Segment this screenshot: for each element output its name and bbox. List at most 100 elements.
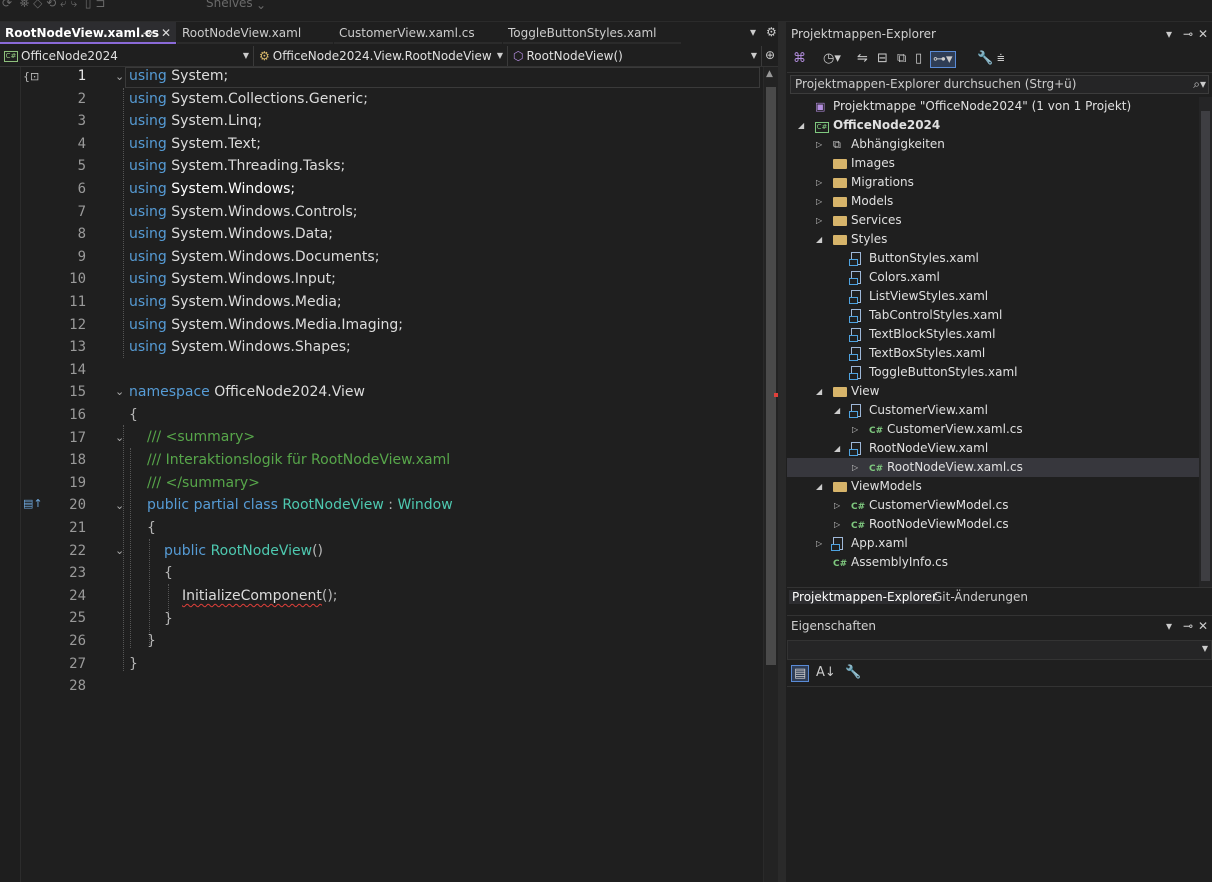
close-icon[interactable]: ✕ (161, 22, 171, 44)
scrollbar-thumb[interactable] (766, 87, 776, 665)
pane-splitter[interactable] (778, 22, 786, 882)
tab-customerview-xaml-cs[interactable]: CustomerView.xaml.cs (334, 22, 502, 44)
expanded-arrow-icon[interactable]: ◢ (834, 401, 840, 420)
collapsed-arrow-icon[interactable]: ▷ (816, 135, 822, 154)
tab-rootnodeview-xaml-cs[interactable]: RootNodeView.xaml.cs ⊸ ✕ (0, 22, 176, 44)
expanded-arrow-icon[interactable]: ◢ (816, 230, 822, 249)
tree-item[interactable]: ◢ CustomerView.xaml (787, 401, 1199, 420)
tree-item[interactable]: ▣ Projektmappe "OfficeNode2024" (1 von 1 … (787, 97, 1199, 116)
tree-item[interactable]: ▷ C# RootNodeView.xaml.cs (787, 458, 1199, 477)
pin-icon[interactable]: ⊸ (1183, 27, 1193, 41)
collapsed-arrow-icon[interactable]: ▷ (852, 458, 858, 477)
collapsed-arrow-icon[interactable]: ▷ (816, 173, 822, 192)
collapsed-arrow-icon[interactable]: ▷ (816, 211, 822, 230)
class-dropdown[interactable]: ⚙ OfficeNode2024.View.RootNodeView ▼ (256, 46, 508, 66)
tree-item[interactable]: ▷ C# CustomerView.xaml.cs (787, 420, 1199, 439)
refresh-icon[interactable]: ▯ (915, 51, 922, 66)
toolbar-icon[interactable]: ⟳ ⛯ ◇ ⟲ ⤶ ⤷ ▯ ⊐ (2, 0, 105, 11)
close-icon[interactable]: ✕ (1198, 619, 1208, 633)
chevron-down-icon[interactable]: ▾ (1166, 619, 1172, 633)
pin-icon[interactable]: ⊸ (1183, 619, 1193, 633)
tree-item[interactable]: ListViewStyles.xaml (787, 287, 1199, 306)
alphabetical-icon[interactable]: A↓ (816, 665, 836, 680)
categorized-icon[interactable]: ▤ (791, 665, 810, 682)
tab-git-changes[interactable]: Git-Änderungen (930, 590, 1031, 604)
pin-icon[interactable]: ⊸ (143, 22, 153, 44)
code-editor[interactable]: {⊡ ▤↑ 1 2 3 4 5 6 7 8 9 10 11 12 13 14 15 16 17 18 19 20 21 2… (0, 67, 763, 882)
preview-icon[interactable]: ⩧ (997, 51, 1005, 66)
member-dropdown[interactable]: ⬡ RootNodeView() ▼ (510, 46, 762, 66)
search-input[interactable]: Projektmappen-Explorer durchsuchen (Strg… (790, 75, 1209, 94)
chevron-down-icon[interactable]: ▾ (1166, 27, 1172, 41)
tree-item[interactable]: TextBlockStyles.xaml (787, 325, 1199, 344)
filter-icon[interactable]: ⊶▾ (930, 51, 956, 68)
editor-scrollbar[interactable]: ▲ (763, 67, 779, 882)
tree-item[interactable]: C# AssemblyInfo.cs (787, 553, 1199, 572)
history-icon[interactable]: ◷▾ (823, 51, 841, 66)
collapsed-arrow-icon[interactable]: ▷ (816, 192, 822, 211)
tree-item[interactable]: ▷ Services (787, 211, 1199, 230)
tree-item[interactable]: ◢ C# OfficeNode2024 (787, 116, 1199, 135)
tree-item[interactable]: ▷ C# RootNodeViewModel.cs (787, 515, 1199, 534)
tree-item-label: OfficeNode2024 (833, 118, 941, 132)
keyword: using (129, 113, 167, 130)
fold-toggle-icon[interactable]: ⌄ (115, 70, 124, 83)
tree-item[interactable]: Colors.xaml (787, 268, 1199, 287)
fold-toggle-icon[interactable]: ⌄ (115, 385, 124, 398)
tab-togglebuttonstyles-xaml[interactable]: ToggleButtonStyles.xaml (503, 22, 681, 44)
tab-solution-explorer[interactable]: Projektmappen-Explorer (789, 590, 940, 604)
fold-toggle-icon[interactable]: ⌄ (115, 431, 124, 444)
expanded-arrow-icon[interactable]: ◢ (816, 382, 822, 401)
tab-rootnodeview-xaml[interactable]: RootNodeView.xaml (177, 22, 333, 44)
collapsed-arrow-icon[interactable]: ▷ (834, 515, 840, 534)
fold-toggle-icon[interactable]: ⌄ (115, 544, 124, 557)
collapse-all-icon[interactable]: ⊟ (877, 51, 888, 66)
close-icon[interactable]: ✕ (1198, 27, 1208, 41)
expanded-arrow-icon[interactable]: ◢ (798, 116, 804, 135)
line-number: 26 (69, 633, 86, 649)
tree-item[interactable]: ◢ ViewModels (787, 477, 1199, 496)
tree-item[interactable]: ▷ App.xaml (787, 534, 1199, 553)
search-icon[interactable]: ⌕▾ (1193, 76, 1206, 93)
tree-item[interactable]: ButtonStyles.xaml (787, 249, 1199, 268)
code-line-15: namespace OfficeNode2024.View (129, 384, 365, 400)
tree-item[interactable]: ▷ C# CustomerViewModel.cs (787, 496, 1199, 515)
expanded-arrow-icon[interactable]: ◢ (816, 477, 822, 496)
implementation-icon[interactable]: ▤↑ (23, 497, 43, 510)
gear-icon[interactable]: ⚙ (766, 25, 777, 39)
tree-item[interactable]: ◢ Styles (787, 230, 1199, 249)
member-dropdown-value: RootNodeView() (526, 49, 623, 63)
collapsed-arrow-icon[interactable]: ▷ (852, 420, 858, 439)
method-call-error[interactable]: InitializeComponent (182, 588, 322, 604)
show-all-files-icon[interactable]: ⧉ (897, 51, 906, 66)
scrollbar-thumb[interactable] (1201, 111, 1210, 581)
tree-scrollbar[interactable] (1199, 97, 1212, 587)
fold-toggle-icon[interactable]: ⌄ (115, 499, 124, 512)
tree-item[interactable]: ◢ View (787, 382, 1199, 401)
shelves-label[interactable]: Shelves (206, 0, 253, 10)
tab-list-icon[interactable]: ▾ (750, 25, 756, 39)
scroll-up-icon[interactable]: ▲ (766, 69, 773, 79)
chevron-down-icon[interactable]: ⌄ (256, 0, 266, 12)
project-dropdown[interactable]: C# OfficeNode2024 ▼ (0, 46, 254, 66)
vs-switch-views-icon[interactable]: ⌘ (793, 51, 806, 66)
tree-item[interactable]: TabControlStyles.xaml (787, 306, 1199, 325)
collapsed-arrow-icon[interactable]: ▷ (834, 496, 840, 515)
wrench-icon[interactable]: 🔧 (977, 51, 993, 66)
code-line-using: using System.Text; (129, 136, 261, 152)
quick-action-icon[interactable]: {⊡ (23, 70, 39, 83)
sync-icon[interactable]: ⇋ (857, 51, 868, 66)
tree-item[interactable]: ◢ RootNodeView.xaml (787, 439, 1199, 458)
expanded-arrow-icon[interactable]: ◢ (834, 439, 840, 458)
tree-item[interactable]: TextBoxStyles.xaml (787, 344, 1199, 363)
tree-item[interactable]: ToggleButtonStyles.xaml (787, 363, 1199, 382)
tree-item[interactable]: ▷ Migrations (787, 173, 1199, 192)
folder-icon (833, 230, 847, 251)
tree-item[interactable]: ▷ ⧉ Abhängigkeiten (787, 135, 1199, 154)
split-editor-icon[interactable]: ⊕ (765, 48, 775, 62)
property-pages-icon[interactable]: 🔧 (845, 665, 861, 680)
tree-item[interactable]: ▷ Models (787, 192, 1199, 211)
tree-item[interactable]: Images (787, 154, 1199, 173)
collapsed-arrow-icon[interactable]: ▷ (816, 534, 822, 553)
object-selector[interactable]: ▼ (787, 640, 1212, 660)
